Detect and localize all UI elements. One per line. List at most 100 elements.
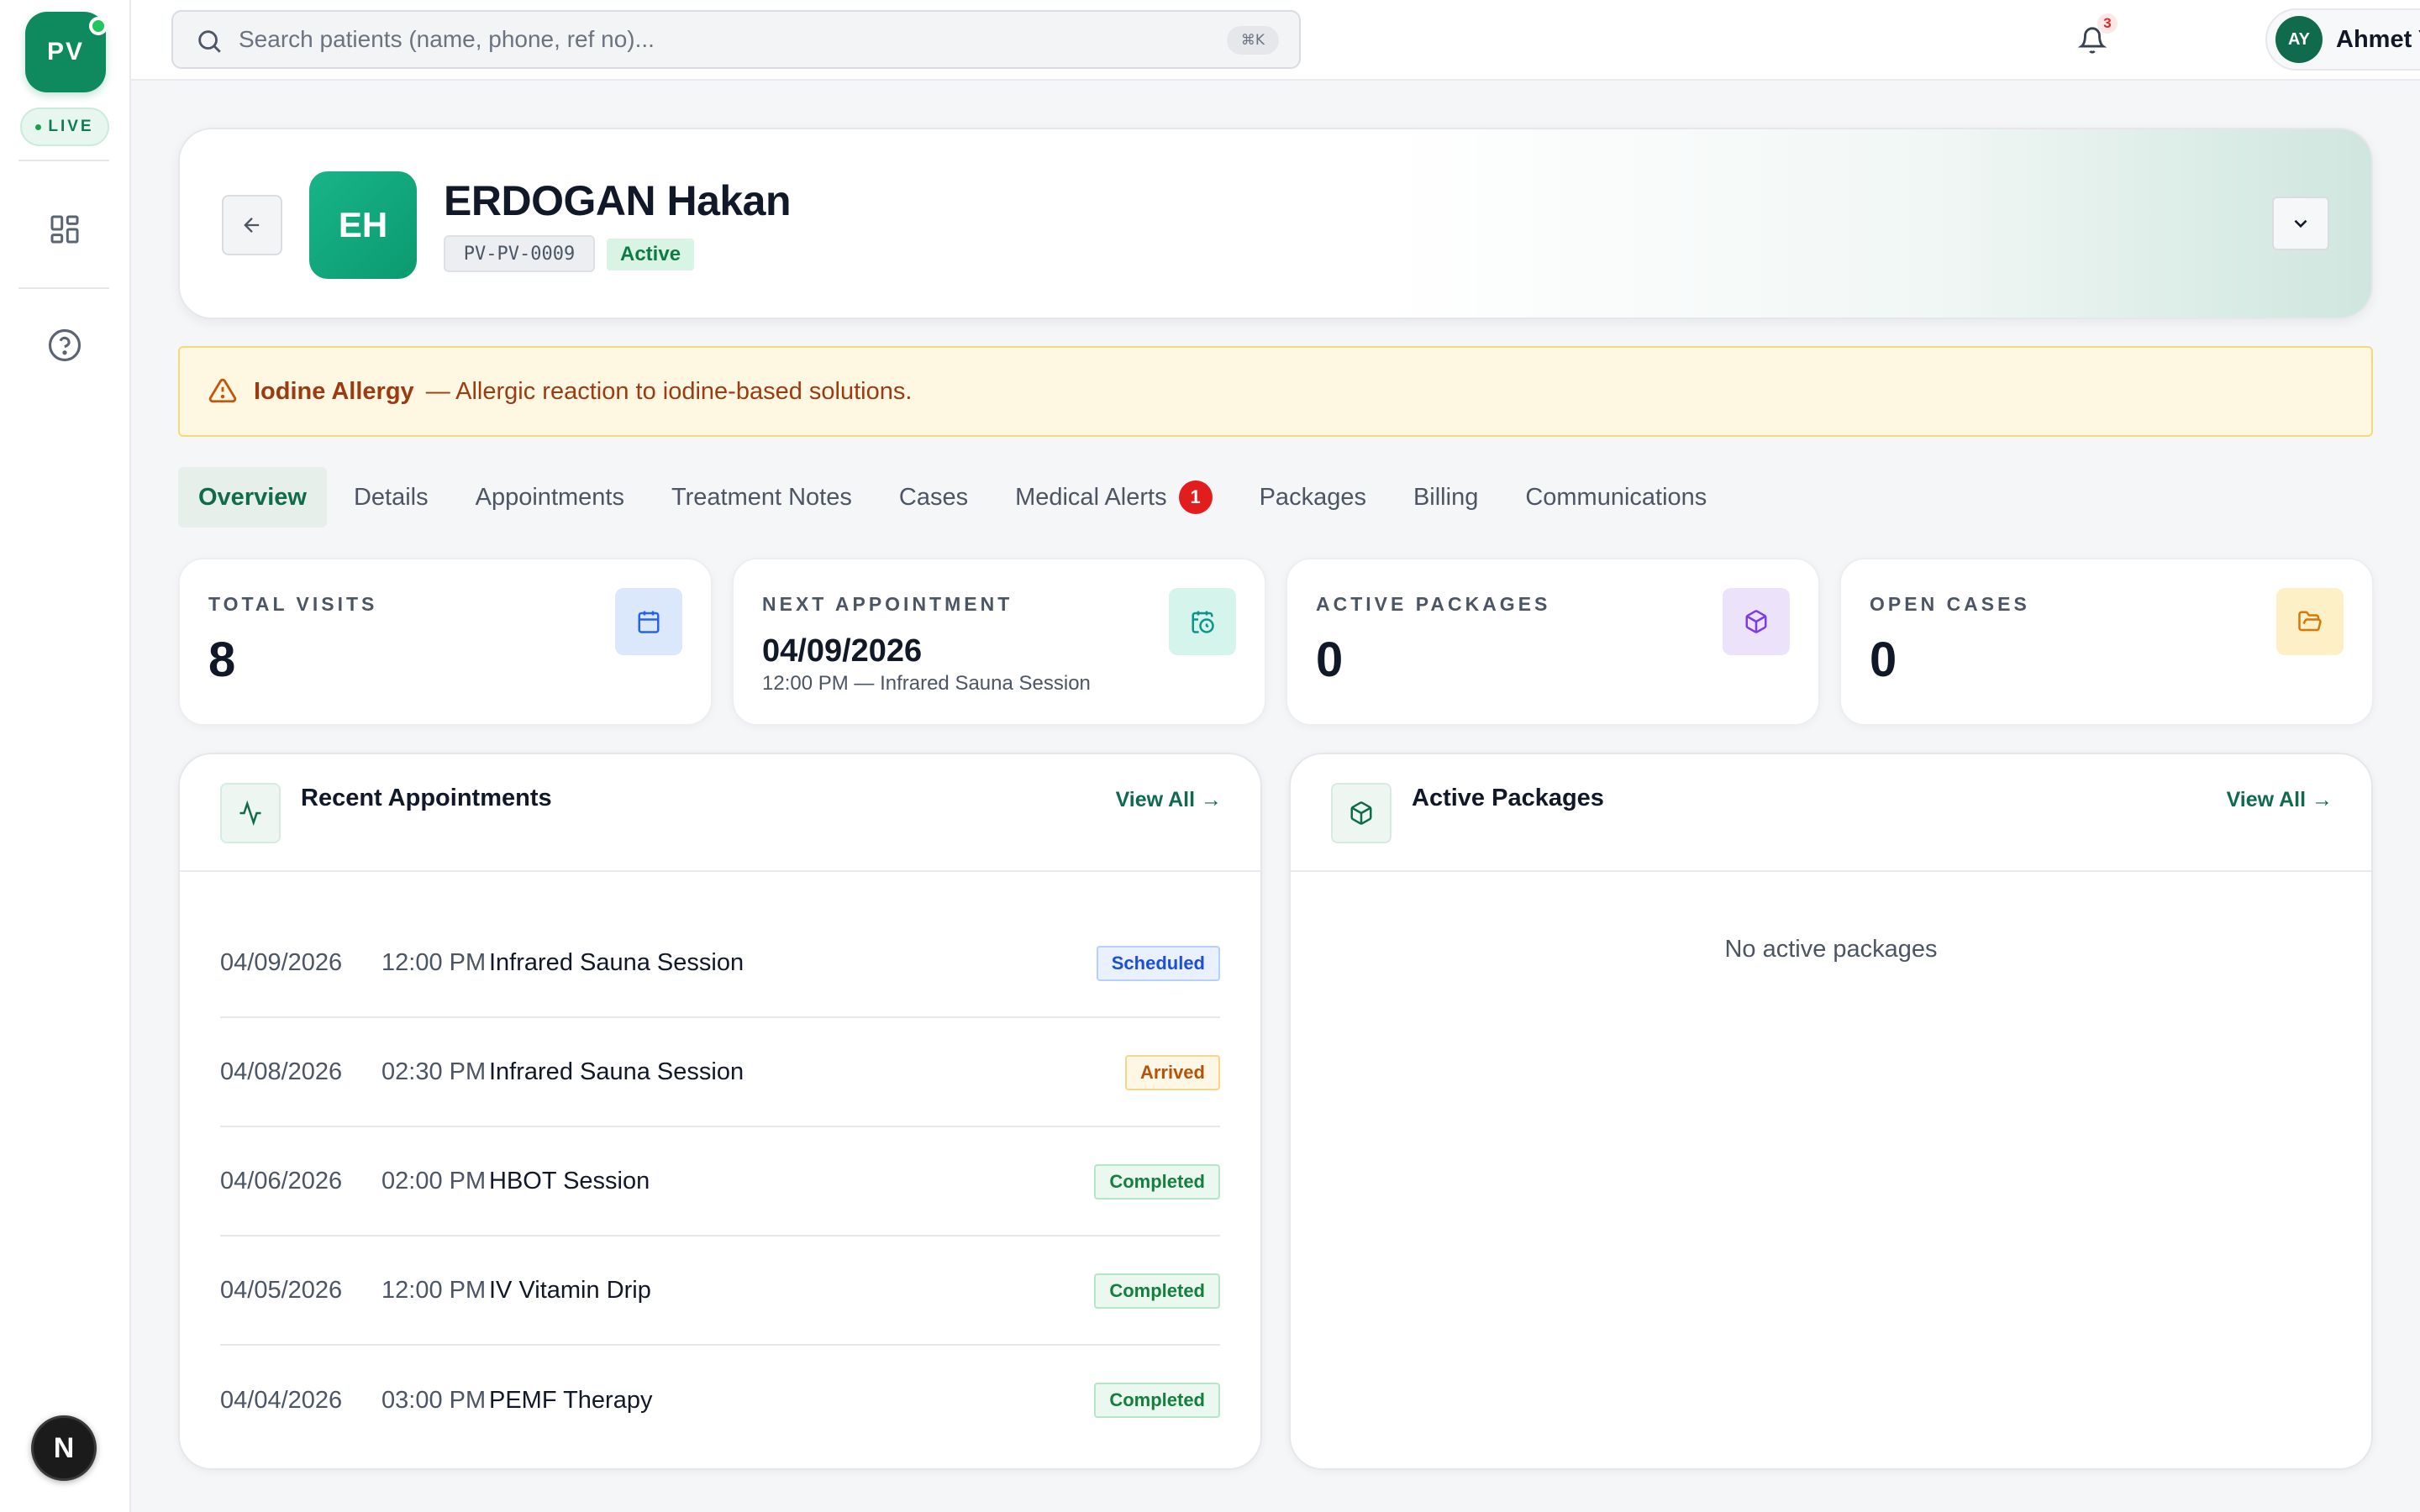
appointment-date: 04/06/2026 [220,1167,343,1194]
stat-label: TOTAL VISITS [208,593,378,615]
status-badge: Completed [1094,1164,1220,1200]
sidebar-item-help[interactable] [39,319,91,371]
user-name: Ahmet Yilmaz [2336,25,2420,53]
table-row[interactable]: 04/05/2026 12:00 PM IV Vitamin Drip Complet… [220,1236,1220,1346]
patient-status-badge: Active [607,239,695,270]
stat-label: OPEN CASES [1870,593,2030,615]
medical-alerts-count-badge: 1 [1178,480,1213,514]
panel-title: Active Packages [1412,785,1604,811]
stat-label: ACTIVE PACKAGES [1316,593,1551,615]
online-status-dot [89,17,108,35]
live-dot [35,123,42,130]
empty-state-text: No active packages [1724,936,1938,963]
stat-card-next-appointment: NEXT APPOINTMENT 04/09/2026 12:00 PM — I… [732,558,1266,726]
patient-avatar: EH [309,171,417,279]
sidebar-divider [18,160,109,161]
appointment-time: 02:00 PM [381,1168,487,1194]
panel-title: Recent Appointments [301,785,552,811]
panel-header: Recent Appointments View All → [180,754,1260,872]
stat-value: 8 [208,633,236,687]
stat-value: 0 [1870,633,1897,687]
keyboard-shortcut-hint: ⌘K [1227,26,1279,55]
appointment-date: 04/08/2026 [220,1058,343,1085]
recent-appointments-panel: Recent Appointments View All → 04/09/202… [178,753,1262,1470]
appointment-service: Infrared Sauna Session [489,948,744,976]
table-row[interactable]: 04/09/2026 12:00 PM Infrared Sauna Session… [220,909,1220,1018]
panel-header: Active Packages View All → [1291,754,2371,872]
chevron-down-icon [2294,219,2307,228]
status-badge: Completed [1094,1383,1220,1418]
tab-treatment-notes[interactable]: Treatment Notes [651,467,872,528]
appointment-service: PEMF Therapy [489,1386,653,1414]
avatar: AY [2275,16,2323,63]
tab-overview[interactable]: Overview [178,467,327,528]
appointment-date: 04/05/2026 [220,1276,343,1304]
appointment-date: 04/09/2026 [220,948,343,976]
next-dev-label: N [53,1431,75,1464]
stat-subtext: 12:00 PM — Infrared Sauna Session [762,672,1091,695]
sidebar-item-dashboard[interactable] [39,203,91,255]
table-row[interactable]: 04/04/2026 03:00 PM PEMF Therapy Completed [220,1346,1220,1455]
logo-text: PV [46,38,85,66]
search-placeholder: Search patients (name, phone, ref no)... [239,26,655,52]
stat-card-active-packages: ACTIVE PACKAGES 0 [1286,558,1820,726]
folder-open-icon [2276,588,2344,655]
stat-card-open-cases: OPEN CASES 0 [1839,558,2374,726]
status-badge: Completed [1094,1273,1220,1309]
sidebar: PV LIVE N [0,0,131,1512]
allergy-alert: Iodine Allergy — Allergic reaction to io… [178,346,2373,437]
status-badge: Arrived [1124,1055,1220,1090]
stat-label: NEXT APPOINTMENT [762,593,1013,615]
appointment-service: HBOT Session [489,1167,650,1194]
active-packages-panel: Active Packages View All → No active pac… [1289,753,2373,1470]
notification-count-badge: 3 [2097,13,2118,34]
appointments-list: 04/09/2026 12:00 PM Infrared Sauna Session… [220,909,1220,1455]
table-row[interactable]: 04/08/2026 02:30 PM Infrared Sauna Session… [220,1018,1220,1127]
stat-card-total-visits: TOTAL VISITS 8 [178,558,713,726]
alert-description: — Allergic reaction to iodine-based solu… [425,377,913,405]
package-icon [1331,783,1392,843]
back-button[interactable] [222,195,282,255]
view-all-packages-link[interactable]: View All → [2227,788,2333,812]
help-circle-icon [48,328,82,362]
activity-icon [220,783,281,843]
calendar-icon [615,588,682,655]
app-logo[interactable]: PV [25,12,108,92]
status-badge: Scheduled [1096,946,1220,981]
table-row[interactable]: 04/06/2026 02:00 PM HBOT Session Completed [220,1127,1220,1236]
view-all-appointments-link[interactable]: View All → [1116,788,1222,812]
stat-value: 0 [1316,633,1344,687]
tab-medical-alerts[interactable]: Medical Alerts 1 [995,467,1233,528]
search-icon [198,30,221,53]
tab-cases[interactable]: Cases [879,467,988,528]
appointment-time: 12:00 PM [381,949,487,976]
tab-label: Medical Alerts [1015,483,1167,511]
appointment-service: IV Vitamin Drip [489,1276,651,1304]
user-menu[interactable]: AY Ahmet Yilmaz [2265,8,2420,71]
appointment-time: 02:30 PM [381,1058,487,1085]
alert-title: Iodine Allergy [254,377,414,405]
tab-billing[interactable]: Billing [1393,467,1498,528]
appointment-service: Infrared Sauna Session [489,1058,744,1085]
warning-triangle-icon [208,378,237,403]
patient-name: ERDOGAN Hakan [444,177,792,224]
live-badge: LIVE [20,108,109,146]
appointment-time: 03:00 PM [381,1387,487,1414]
patient-id-badge: PV-PV-0009 [444,235,595,272]
appointment-date: 04/04/2026 [220,1386,343,1414]
patient-header-card: EH ERDOGAN Hakan PV-PV-0009 Active [178,128,2373,319]
package-icon [1723,588,1790,655]
tab-appointments[interactable]: Appointments [455,467,644,528]
arrow-left-icon [244,218,260,233]
search-input[interactable]: Search patients (name, phone, ref no)...… [171,10,1301,69]
notifications-button[interactable]: 3 [2072,13,2118,60]
calendar-clock-icon [1169,588,1236,655]
tab-packages[interactable]: Packages [1239,467,1386,528]
tab-details[interactable]: Details [334,467,449,528]
live-label: LIVE [48,118,94,135]
patient-tabs: Overview Details Appointments Treatment … [178,467,1733,528]
tab-communications[interactable]: Communications [1505,467,1727,528]
stat-value: 04/09/2026 [762,633,923,669]
expand-header-button[interactable] [2272,197,2329,250]
next-dev-button[interactable]: N [31,1415,97,1481]
